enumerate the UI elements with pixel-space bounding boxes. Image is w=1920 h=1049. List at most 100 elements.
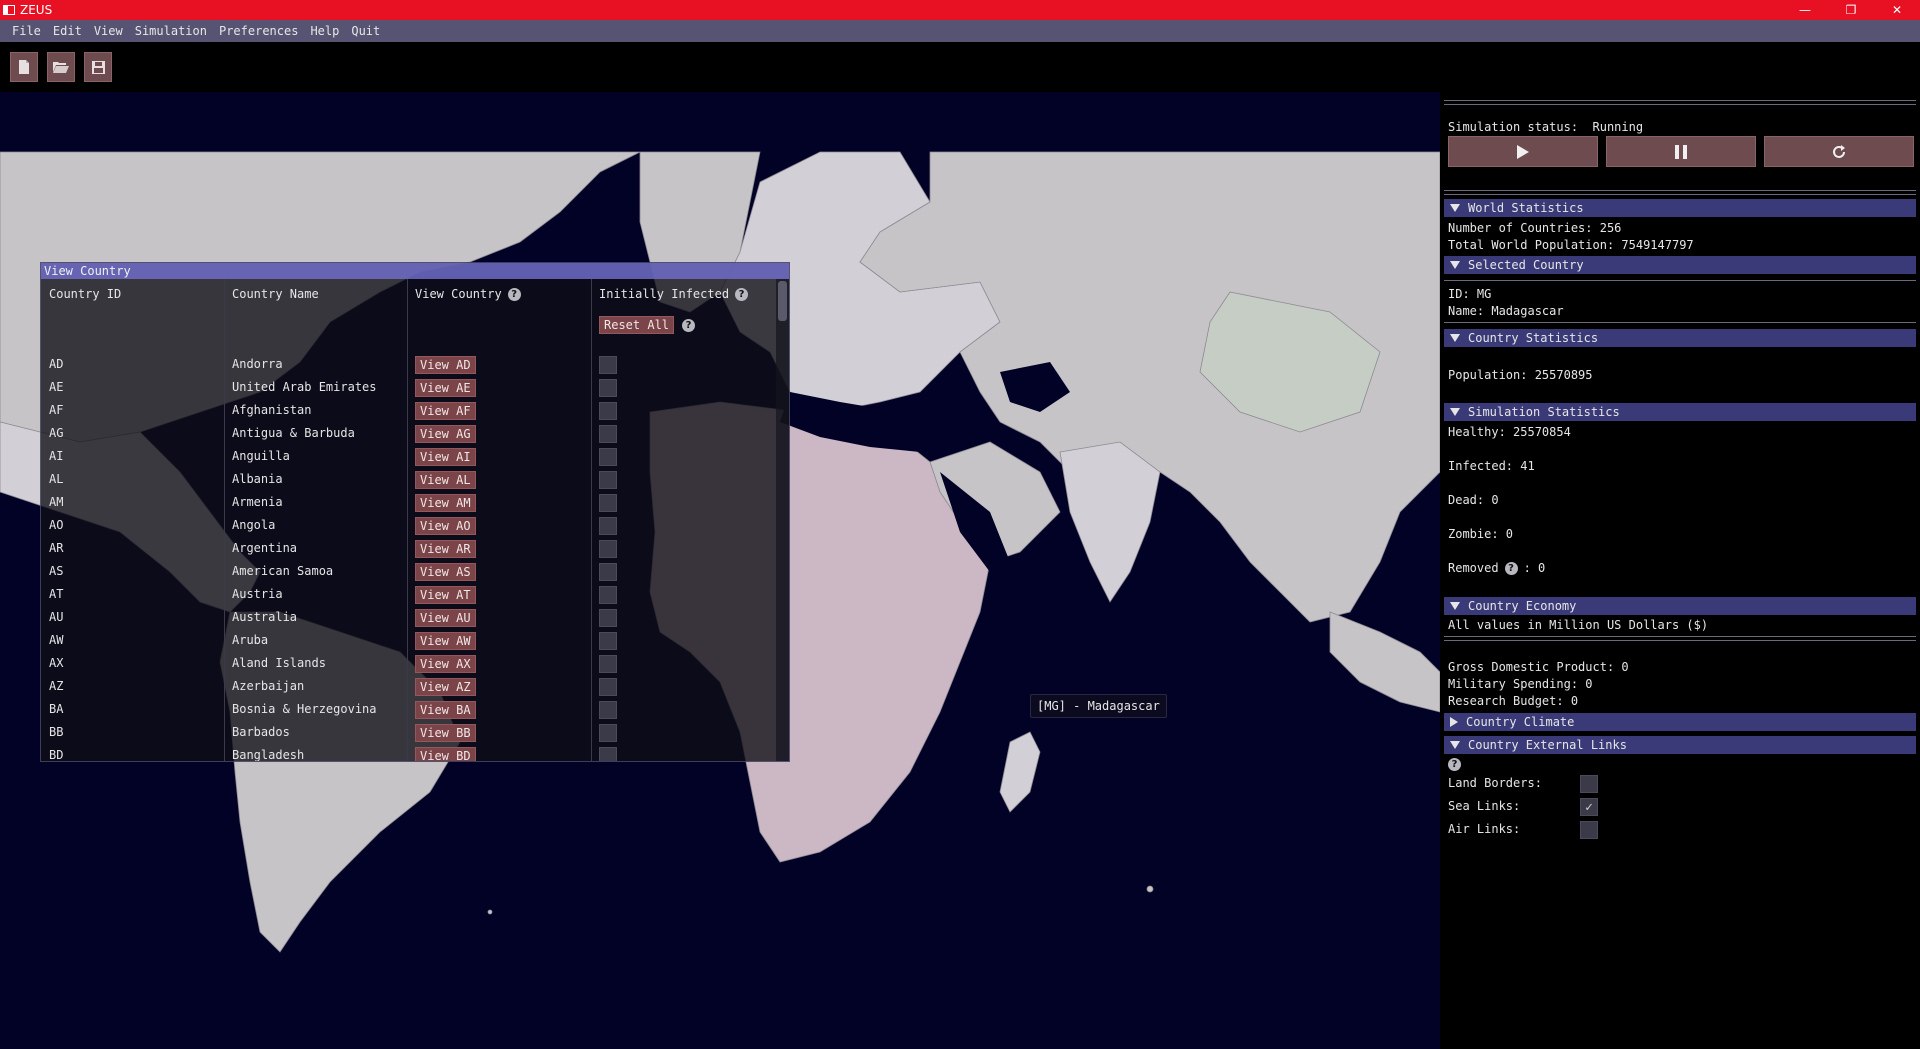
country-id: AD bbox=[49, 357, 64, 371]
collapse-arrow-icon bbox=[1450, 334, 1460, 342]
menu-quit[interactable]: Quit bbox=[345, 24, 386, 38]
help-icon[interactable]: ? bbox=[1448, 758, 1461, 771]
reset-all-group: Reset All ? bbox=[599, 316, 696, 334]
land-borders-checkbox[interactable] bbox=[1580, 775, 1598, 793]
initially-infected-checkbox[interactable] bbox=[599, 678, 617, 696]
collapse-arrow-icon bbox=[1450, 261, 1460, 269]
view-country-button[interactable]: View AG bbox=[415, 425, 476, 443]
view-country-button[interactable]: View AT bbox=[415, 586, 476, 604]
initially-infected-checkbox[interactable] bbox=[599, 356, 617, 374]
table-row: AG Antigua & Barbuda View AG bbox=[41, 423, 776, 446]
initially-infected-checkbox[interactable] bbox=[599, 655, 617, 673]
initially-infected-checkbox[interactable] bbox=[599, 379, 617, 397]
menu-help[interactable]: Help bbox=[304, 24, 345, 38]
initially-infected-checkbox[interactable] bbox=[599, 563, 617, 581]
view-country-button[interactable]: View AI bbox=[415, 448, 476, 466]
divider bbox=[1444, 322, 1916, 323]
country-name: Aland Islands bbox=[232, 656, 326, 670]
help-icon[interactable]: ? bbox=[735, 287, 749, 301]
country-id: AF bbox=[49, 403, 64, 417]
country-id: AZ bbox=[49, 679, 64, 693]
view-country-button[interactable]: View AS bbox=[415, 563, 476, 581]
view-country-button[interactable]: View AE bbox=[415, 379, 476, 397]
help-icon[interactable]: ? bbox=[1504, 561, 1518, 575]
section-country-statistics[interactable]: Country Statistics bbox=[1444, 329, 1916, 347]
initially-infected-checkbox[interactable] bbox=[599, 402, 617, 420]
country-name: Andorra bbox=[232, 357, 283, 371]
initially-infected-checkbox[interactable] bbox=[599, 609, 617, 627]
view-country-button[interactable]: View BB bbox=[415, 724, 476, 742]
country-id: AM bbox=[49, 495, 64, 509]
open-button[interactable] bbox=[47, 52, 75, 82]
view-country-button[interactable]: View BD bbox=[415, 747, 476, 761]
menu-file[interactable]: File bbox=[6, 24, 47, 38]
menu-edit[interactable]: Edit bbox=[47, 24, 88, 38]
country-id: AL bbox=[49, 472, 64, 486]
initially-infected-checkbox[interactable] bbox=[599, 586, 617, 604]
play-button[interactable] bbox=[1448, 136, 1598, 167]
menu-preferences[interactable]: Preferences bbox=[213, 24, 304, 38]
section-world-statistics[interactable]: World Statistics bbox=[1444, 199, 1916, 217]
dead-count: Dead: 0 bbox=[1448, 493, 1499, 507]
view-country-title[interactable]: View Country bbox=[41, 263, 789, 279]
section-title: Country Statistics bbox=[1468, 331, 1599, 345]
table-row: BB Barbados View BB bbox=[41, 722, 776, 745]
section-country-economy[interactable]: Country Economy bbox=[1444, 597, 1916, 615]
initially-infected-checkbox[interactable] bbox=[599, 540, 617, 558]
table-row: AR Argentina View AR bbox=[41, 538, 776, 561]
country-id: AE bbox=[49, 380, 64, 394]
table-scrollbar[interactable] bbox=[776, 279, 789, 761]
view-country-window[interactable]: View Country Country ID Country Name Vie… bbox=[40, 262, 790, 762]
table-row: AL Albania View AL bbox=[41, 469, 776, 492]
close-button[interactable]: ✕ bbox=[1874, 0, 1920, 20]
view-country-button[interactable]: View AZ bbox=[415, 678, 476, 696]
section-country-climate[interactable]: Country Climate bbox=[1444, 713, 1916, 731]
view-country-button[interactable]: View AD bbox=[415, 356, 476, 374]
economy-note: All values in Million US Dollars ($) bbox=[1448, 618, 1709, 632]
initially-infected-checkbox[interactable] bbox=[599, 425, 617, 443]
view-country-button[interactable]: View AU bbox=[415, 609, 476, 627]
view-country-button[interactable]: View BA bbox=[415, 701, 476, 719]
section-simulation-statistics[interactable]: Simulation Statistics bbox=[1444, 403, 1916, 421]
view-country-button[interactable]: View AL bbox=[415, 471, 476, 489]
initially-infected-checkbox[interactable] bbox=[599, 517, 617, 535]
reset-all-button[interactable]: Reset All bbox=[599, 316, 675, 334]
pause-icon bbox=[1675, 144, 1687, 159]
initially-infected-checkbox[interactable] bbox=[599, 448, 617, 466]
country-name: Armenia bbox=[232, 495, 283, 509]
section-country-external-links[interactable]: Country External Links bbox=[1444, 736, 1916, 754]
minimize-button[interactable]: — bbox=[1782, 0, 1828, 20]
view-country-button[interactable]: View AO bbox=[415, 517, 476, 535]
view-country-button[interactable]: View AF bbox=[415, 402, 476, 420]
view-country-button[interactable]: View AX bbox=[415, 655, 476, 673]
new-file-button[interactable] bbox=[10, 52, 38, 82]
save-button[interactable] bbox=[84, 52, 112, 82]
scrollbar-thumb[interactable] bbox=[778, 281, 787, 321]
view-country-button[interactable]: View AR bbox=[415, 540, 476, 558]
initially-infected-checkbox[interactable] bbox=[599, 494, 617, 512]
section-selected-country[interactable]: Selected Country bbox=[1444, 256, 1916, 274]
air-links-checkbox[interactable] bbox=[1580, 821, 1598, 839]
pause-button[interactable] bbox=[1606, 136, 1756, 167]
collapse-arrow-icon bbox=[1450, 741, 1460, 749]
initially-infected-checkbox[interactable] bbox=[599, 701, 617, 719]
restore-button[interactable]: ❐ bbox=[1828, 0, 1874, 20]
initially-infected-checkbox[interactable] bbox=[599, 724, 617, 742]
section-title: Selected Country bbox=[1468, 258, 1584, 272]
research-budget: Research Budget: 0 bbox=[1448, 694, 1579, 708]
removed-value: : 0 bbox=[1523, 561, 1546, 575]
sea-links-checkbox[interactable]: ✓ bbox=[1580, 798, 1598, 816]
help-icon[interactable]: ? bbox=[682, 318, 696, 332]
initially-infected-checkbox[interactable] bbox=[599, 632, 617, 650]
table-row: AI Anguilla View AI bbox=[41, 446, 776, 469]
view-country-button[interactable]: View AW bbox=[415, 632, 476, 650]
initially-infected-checkbox[interactable] bbox=[599, 471, 617, 489]
table-row: AT Austria View AT bbox=[41, 584, 776, 607]
view-country-button[interactable]: View AM bbox=[415, 494, 476, 512]
restart-button[interactable] bbox=[1764, 136, 1914, 167]
help-icon[interactable]: ? bbox=[507, 287, 521, 301]
initially-infected-checkbox[interactable] bbox=[599, 747, 617, 761]
menu-view[interactable]: View bbox=[88, 24, 129, 38]
collapse-arrow-icon bbox=[1450, 602, 1460, 610]
menu-simulation[interactable]: Simulation bbox=[129, 24, 213, 38]
